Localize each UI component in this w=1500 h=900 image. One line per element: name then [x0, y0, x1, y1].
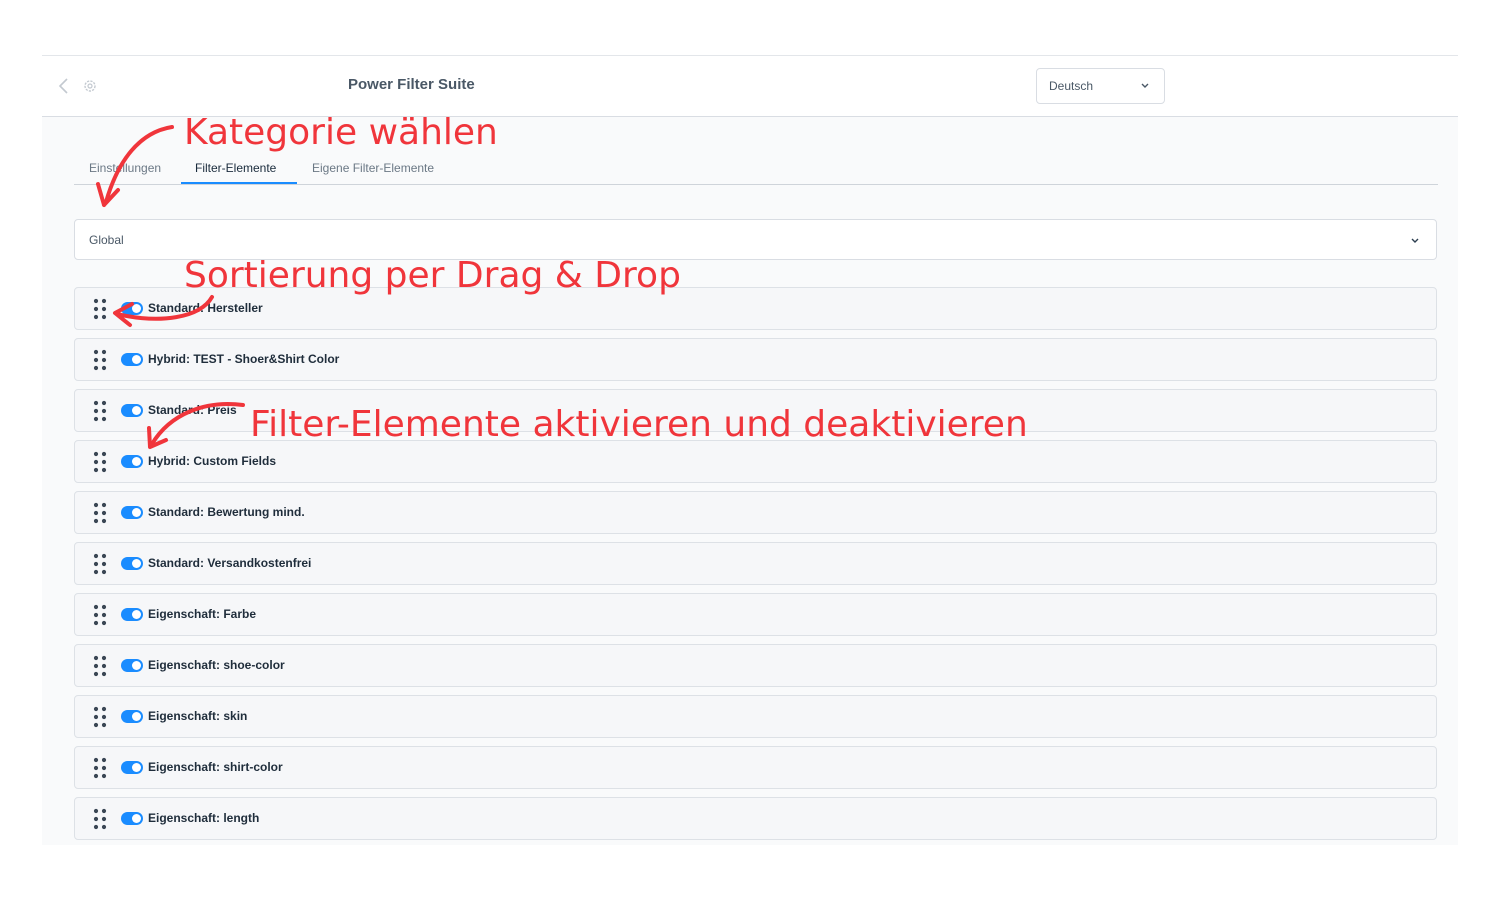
filter-toggle[interactable]	[121, 455, 143, 468]
toggle-knob	[132, 712, 141, 721]
tab-bar: Einstellungen Filter-Elemente Eigene Fil…	[74, 156, 1438, 185]
filter-row[interactable]: Hybrid: TEST - Shoer&Shirt Color	[74, 338, 1437, 381]
filter-label: Hybrid: Custom Fields	[148, 454, 277, 468]
drag-handle-icon[interactable]	[93, 400, 107, 422]
category-select[interactable]: Global	[74, 219, 1437, 260]
filter-label: Standard: Hersteller	[148, 301, 263, 315]
filter-label: Eigenschaft: skin	[148, 709, 248, 723]
filter-row[interactable]: Eigenschaft: skin	[74, 695, 1437, 738]
filter-label: Eigenschaft: length	[148, 811, 260, 825]
back-arrow-icon[interactable]	[57, 77, 71, 95]
tab-eigene-filter-elemente[interactable]: Eigene Filter-Elemente	[312, 161, 434, 175]
active-tab-indicator	[181, 182, 297, 184]
toggle-knob	[132, 763, 141, 772]
toggle-knob	[132, 610, 141, 619]
drag-handle-icon[interactable]	[93, 655, 107, 677]
language-select[interactable]: Deutsch	[1036, 68, 1165, 104]
toggle-knob	[132, 508, 141, 517]
drag-handle-icon[interactable]	[93, 451, 107, 473]
category-select-value: Global	[89, 233, 124, 247]
annotation-toggle: Filter-Elemente aktivieren und deaktivie…	[250, 404, 1028, 445]
tab-einstellungen[interactable]: Einstellungen	[89, 161, 161, 175]
filter-label: Eigenschaft: Farbe	[148, 607, 257, 621]
gear-icon[interactable]	[82, 78, 98, 94]
filter-label: Standard: Preis	[148, 403, 237, 417]
filter-toggle[interactable]	[121, 761, 143, 774]
filter-row[interactable]: Standard: Versandkostenfrei	[74, 542, 1437, 585]
toggle-knob	[132, 661, 141, 670]
filter-toggle[interactable]	[121, 302, 143, 315]
toggle-knob	[132, 304, 141, 313]
filter-label: Standard: Versandkostenfrei	[148, 556, 312, 570]
filter-toggle[interactable]	[121, 506, 143, 519]
annotation-sorting: Sortierung per Drag & Drop	[184, 255, 681, 296]
filter-toggle[interactable]	[121, 659, 143, 672]
app-window: Power Filter Suite Deutsch Einstellungen…	[42, 55, 1458, 845]
filter-row[interactable]: Eigenschaft: Farbe	[74, 593, 1437, 636]
drag-handle-icon[interactable]	[93, 349, 107, 371]
filter-toggle[interactable]	[121, 608, 143, 621]
filter-row[interactable]: Hybrid: Custom Fields	[74, 440, 1437, 483]
filter-row[interactable]: Standard: Bewertung mind.	[74, 491, 1437, 534]
drag-handle-icon[interactable]	[93, 706, 107, 728]
annotation-category: Kategorie wählen	[184, 112, 498, 153]
filter-row[interactable]: Eigenschaft: shoe-color	[74, 644, 1437, 687]
filter-label: Eigenschaft: shirt-color	[148, 760, 283, 774]
filter-toggle[interactable]	[121, 404, 143, 417]
filter-row[interactable]: Eigenschaft: shirt-color	[74, 746, 1437, 789]
filter-label: Hybrid: TEST - Shoer&Shirt Color	[148, 352, 340, 366]
top-bar: Power Filter Suite Deutsch	[42, 56, 1458, 117]
filter-label: Standard: Bewertung mind.	[148, 505, 305, 519]
language-select-value: Deutsch	[1049, 79, 1094, 93]
tab-filter-elemente[interactable]: Filter-Elemente	[195, 161, 276, 175]
drag-handle-icon[interactable]	[93, 757, 107, 779]
filter-toggle[interactable]	[121, 812, 143, 825]
chevron-down-icon	[1411, 238, 1419, 243]
drag-handle-icon[interactable]	[93, 604, 107, 626]
filter-row[interactable]: Eigenschaft: length	[74, 797, 1437, 840]
toggle-knob	[132, 559, 141, 568]
toggle-knob	[132, 814, 141, 823]
drag-handle-icon[interactable]	[93, 502, 107, 524]
toggle-knob	[132, 457, 141, 466]
filter-toggle[interactable]	[121, 557, 143, 570]
drag-handle-icon[interactable]	[93, 553, 107, 575]
toggle-knob	[132, 355, 141, 364]
filter-label: Eigenschaft: shoe-color	[148, 658, 285, 672]
filter-toggle[interactable]	[121, 710, 143, 723]
filter-toggle[interactable]	[121, 353, 143, 366]
toggle-knob	[132, 406, 141, 415]
chevron-down-icon	[1141, 83, 1149, 88]
drag-handle-icon[interactable]	[93, 808, 107, 830]
app-title: Power Filter Suite	[348, 76, 475, 93]
drag-handle-icon[interactable]	[93, 298, 107, 320]
